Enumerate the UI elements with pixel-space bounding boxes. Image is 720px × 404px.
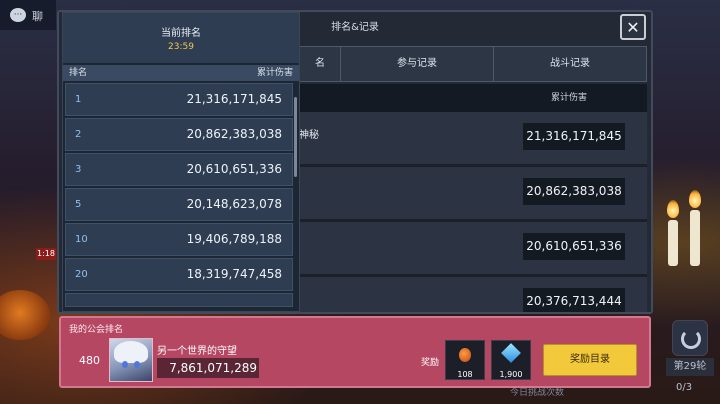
guild-ranking-bar: 我的公会排名 480 另一个世界的守望 7,861,071,289 奖励 108… bbox=[59, 316, 651, 388]
damage-value: 21,316,171,845 bbox=[523, 123, 625, 150]
damage-value: 19,406,789,188 bbox=[186, 232, 282, 246]
pumpkin-decoration bbox=[0, 290, 50, 340]
tab-participation[interactable]: 参与记录 bbox=[341, 47, 494, 81]
rank-number: 20 bbox=[75, 269, 88, 280]
rank-number: 2 bbox=[75, 129, 82, 140]
guild-ranking-label: 我的公会排名 bbox=[69, 325, 124, 335]
close-icon: ✕ bbox=[626, 18, 640, 37]
round-label: 第29轮 bbox=[666, 358, 714, 376]
rank-number: 10 bbox=[75, 234, 88, 245]
popup-column-headers: 排名 累计伤害 bbox=[63, 65, 299, 81]
close-button[interactable]: ✕ bbox=[620, 14, 646, 40]
damage-column-header: 累计伤害 bbox=[256, 68, 293, 78]
popup-rank-list[interactable]: 1 21,316,171,845 2 20,862,383,038 3 20,6… bbox=[63, 83, 299, 311]
guild-rank: 480 bbox=[79, 354, 100, 367]
guild-name: 另一个世界的守望 bbox=[157, 346, 237, 357]
candle-decoration bbox=[690, 210, 700, 266]
reward-list-button[interactable]: 奖励目录 bbox=[543, 344, 637, 376]
list-header: 累计伤害 bbox=[299, 84, 647, 112]
list-item: 20 18,319,747,458 bbox=[65, 258, 293, 291]
flame-decoration bbox=[689, 190, 701, 208]
rank-number: 5 bbox=[75, 199, 82, 210]
list-item: 10 19,406,789,188 bbox=[65, 223, 293, 256]
damage-value: 20,610,651,336 bbox=[523, 233, 625, 260]
ranking-row[interactable]: 神秘 21,316,171,845 bbox=[299, 112, 647, 167]
popup-header: 当前排名 23:59 bbox=[63, 13, 299, 63]
attempt-counter: 0/3 bbox=[676, 382, 693, 393]
bag-icon bbox=[459, 348, 471, 362]
damage-value: 20,610,651,336 bbox=[186, 162, 282, 176]
damage-value: 18,319,747,458 bbox=[186, 267, 282, 281]
countdown-timer: 23:59 bbox=[168, 42, 194, 52]
player-name: 神秘 bbox=[299, 130, 319, 141]
refresh-icon bbox=[681, 329, 701, 349]
flame-decoration bbox=[667, 200, 679, 218]
list-item: 1 21,316,171,845 bbox=[65, 83, 293, 116]
avatar-eye bbox=[122, 361, 128, 368]
popup-title: 当前排名 bbox=[161, 28, 201, 39]
guild-damage: 7,861,071,289 bbox=[157, 358, 259, 378]
damage-column-header: 累计伤害 bbox=[550, 93, 587, 103]
ranking-list[interactable]: 神秘 21,316,171,845 20,862,383,038 20,610,… bbox=[299, 112, 647, 312]
damage-value: 20,148,623,078 bbox=[186, 197, 282, 211]
chat-label: 聊 bbox=[32, 10, 43, 23]
popup-scrollbar[interactable] bbox=[294, 97, 297, 177]
list-item: 5 20,148,623,078 bbox=[65, 188, 293, 221]
rank-number: 3 bbox=[75, 164, 82, 175]
ranking-row[interactable]: 20,610,651,336 bbox=[299, 222, 647, 277]
avatar-eye bbox=[134, 361, 140, 368]
damage-value: 20,862,383,038 bbox=[186, 127, 282, 141]
reward-label: 奖励 bbox=[421, 358, 440, 368]
guild-avatar[interactable] bbox=[109, 338, 153, 382]
chat-icon: ··· bbox=[10, 8, 26, 22]
candle-decoration bbox=[668, 220, 678, 266]
rank-column-header: 排名 bbox=[69, 68, 88, 78]
current-ranking-popup: 当前排名 23:59 排名 累计伤害 1 21,316,171,845 2 20… bbox=[62, 12, 300, 312]
avatar-hair bbox=[114, 341, 148, 363]
reward-item[interactable]: 108 bbox=[445, 340, 485, 380]
chat-tab[interactable]: ··· 聊 bbox=[0, 0, 56, 30]
rank-number: 1 bbox=[75, 94, 82, 105]
modal-tabs: 名 参与记录 战斗记录 bbox=[299, 46, 647, 82]
damage-value: 20,376,713,444 bbox=[523, 288, 625, 312]
refresh-button[interactable] bbox=[672, 320, 708, 356]
damage-value: 20,862,383,038 bbox=[523, 178, 625, 205]
reward-item[interactable]: 1,900 bbox=[491, 340, 531, 380]
ranking-row[interactable]: 20,376,713,444 bbox=[299, 277, 647, 312]
ranking-row[interactable]: 20,862,383,038 bbox=[299, 167, 647, 222]
list-item bbox=[65, 293, 293, 307]
timer-tag: 1:18 bbox=[36, 248, 56, 260]
list-item: 2 20,862,383,038 bbox=[65, 118, 293, 151]
reward-quantity: 1,900 bbox=[499, 370, 523, 379]
reward-quantity: 108 bbox=[457, 370, 473, 379]
tab-battle-record[interactable]: 战斗记录 bbox=[494, 47, 646, 81]
list-item: 3 20,610,651,336 bbox=[65, 153, 293, 186]
tab-ranking[interactable]: 名 bbox=[300, 47, 341, 81]
damage-value: 21,316,171,845 bbox=[186, 92, 282, 106]
gem-icon bbox=[501, 343, 521, 363]
